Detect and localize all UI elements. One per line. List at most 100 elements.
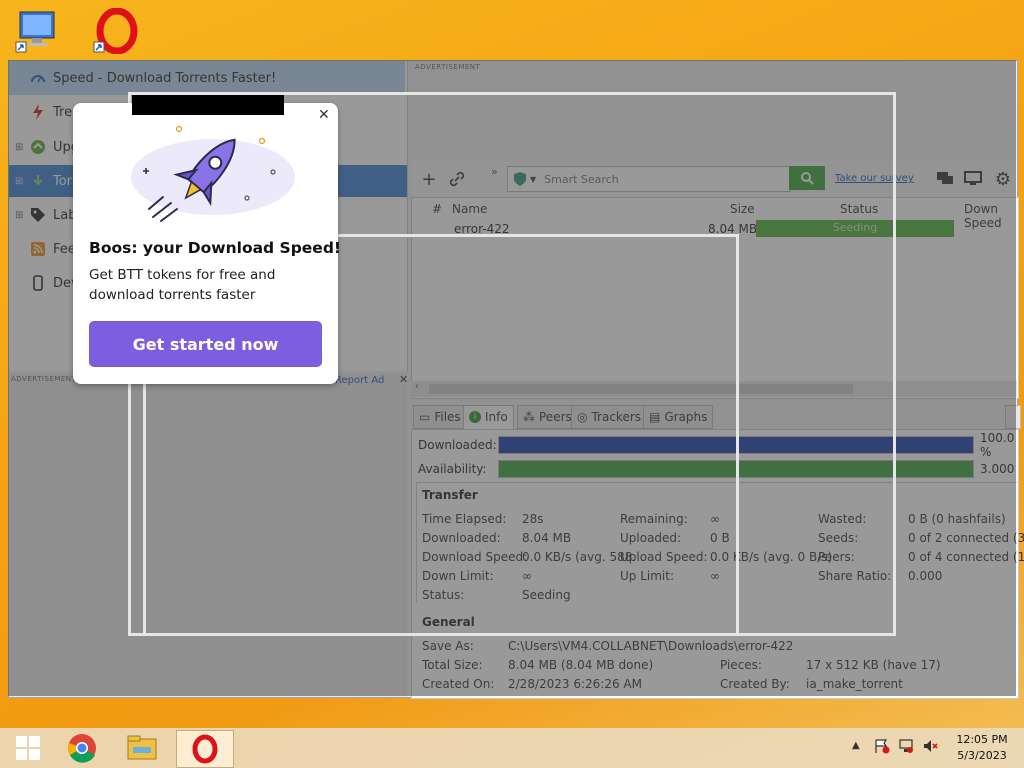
chat-icon[interactable] (931, 165, 959, 193)
action-center-flag-icon[interactable] (874, 738, 890, 757)
tab-files[interactable]: ▭ Files (413, 405, 467, 429)
system-clock[interactable]: 12:05 PM 5/3/2023 (950, 732, 1014, 764)
availability-row: Availability: 3.000 (418, 460, 1018, 478)
pieces-value: 17 x 512 KB (have 17) (806, 658, 941, 672)
torrent-list: # Name Size Status Down Speed error-422 … (411, 197, 1019, 399)
remaining-label: Remaining: (620, 512, 688, 526)
show-hidden-icons[interactable]: ▲ (852, 740, 860, 751)
horizontal-scrollbar[interactable]: ‹ (411, 381, 1017, 397)
seeds-label: Seeds: (818, 531, 859, 545)
column-header-size[interactable]: Size (730, 202, 755, 216)
tab-label: Graphs (664, 410, 708, 424)
created-on-value: 2/28/2023 6:26:26 AM (508, 677, 642, 691)
upgrade-icon (29, 138, 47, 156)
opera-desktop-icon[interactable] (92, 7, 138, 55)
expand-icon[interactable]: ⊞ (15, 142, 25, 153)
total-size-label: Total Size: (422, 658, 483, 672)
settings-gear-icon[interactable]: ⚙ (989, 165, 1017, 193)
time-elapsed-label: Time Elapsed: (422, 512, 507, 526)
close-icon[interactable]: ✕ (318, 107, 330, 123)
add-link-icon[interactable] (443, 165, 471, 193)
tab-label: Peers (539, 410, 572, 424)
column-header-number[interactable]: # (432, 202, 442, 216)
shield-icon (514, 172, 526, 186)
top-ad-panel[interactable]: ADVERTISEMENT (411, 61, 1017, 161)
popup-title: Boos: your Download Speed! (89, 239, 341, 257)
rocket-illustration (131, 125, 295, 222)
up-limit-value: ∞ (710, 569, 720, 583)
label-tag-icon (29, 206, 47, 224)
volume-muted-icon[interactable] (922, 738, 938, 757)
tab-trackers[interactable]: ◎ Trackers (571, 405, 648, 429)
up-limit-label: Up Limit: (620, 569, 675, 583)
down-limit-label: Down Limit: (422, 569, 494, 583)
created-by-value: ia_make_torrent (806, 677, 903, 691)
availability-bar-fill (499, 461, 973, 477)
search-button[interactable] (789, 166, 825, 190)
availability-value: 3.000 (980, 462, 1015, 476)
availability-label: Availability: (418, 462, 487, 476)
save-as-value: C:\Users\VM4.COLLABNET\Downloads\error-4… (508, 639, 794, 653)
ad-label: ADVERTISEMENT (11, 375, 77, 383)
column-header-status[interactable]: Status (840, 202, 878, 216)
scrollbar-thumb[interactable] (429, 384, 853, 394)
expand-icon[interactable]: ⊞ (15, 210, 25, 221)
more-chevron-icon[interactable]: » (491, 165, 498, 178)
column-header-name[interactable]: Name (452, 202, 487, 216)
search-input[interactable] (542, 171, 767, 187)
downloaded-bar (498, 436, 974, 454)
uploaded-value: 0 B (710, 531, 730, 545)
general-title: General (422, 615, 475, 629)
peers-label: Peers: (818, 550, 855, 564)
down-limit-value: ∞ (522, 569, 532, 583)
start-button[interactable] (0, 730, 56, 766)
status-label: Status: (422, 588, 465, 602)
tab-info[interactable]: i Info (463, 405, 514, 429)
created-by-label: Created By: (720, 677, 790, 691)
promo-popup: ✕ Boos: your Download Speed! Get BTT tok… (73, 103, 341, 384)
scroll-left-icon[interactable]: ‹ (415, 381, 419, 392)
total-size-value: 8.04 MB (8.04 MB done) (508, 658, 654, 672)
share-ratio-value: 0.000 (908, 569, 943, 583)
dropdown-arrow-icon[interactable]: ▼ (530, 175, 536, 184)
chrome-taskbar-icon[interactable] (54, 730, 110, 766)
smart-search[interactable]: ▼ (507, 166, 791, 192)
left-ad-panel[interactable]: ADVERTISEMENT Report Ad ✕ (9, 373, 408, 697)
tab-graphs[interactable]: ▤ Graphs (643, 405, 714, 429)
downloaded-bar-fill (499, 437, 973, 453)
add-torrent-icon[interactable]: + (415, 165, 443, 193)
get-started-button[interactable]: Get started now (89, 321, 322, 367)
survey-link[interactable]: Take our survey (835, 173, 914, 184)
table-row[interactable]: error-422 8.04 MB Seeding (412, 220, 1018, 240)
torrent-icon (29, 172, 47, 190)
transfer-title: Transfer (422, 488, 478, 502)
downloaded-amount-label: Downloaded: (422, 531, 501, 545)
peers-value: 0 of 4 connected (1 (908, 550, 1024, 564)
close-ad-icon[interactable]: ✕ (399, 373, 408, 386)
clock-date: 5/3/2023 (957, 749, 1007, 762)
downloaded-label: Downloaded: (418, 438, 497, 452)
search-icon (801, 172, 814, 185)
download-speed-label: Download Speed: (422, 550, 528, 564)
speedometer-icon (29, 69, 47, 87)
ad-label: ADVERTISEMENT (415, 63, 481, 71)
toolbar: + » ▼ Take our survey ⚙ (411, 161, 1017, 197)
tab-label: Trackers (591, 410, 642, 424)
report-ad-link[interactable]: Report Ad (335, 375, 384, 386)
tab-overflow[interactable] (1005, 405, 1021, 429)
file-explorer-taskbar-icon[interactable] (114, 730, 170, 766)
tab-peers[interactable]: ⁂ Peers (517, 405, 578, 429)
computer-desktop-icon[interactable] (14, 8, 60, 54)
network-icon[interactable] (898, 738, 914, 757)
share-ratio-label: Share Ratio: (818, 569, 892, 583)
tab-label: Files (434, 410, 461, 424)
torrent-size: 8.04 MB (708, 222, 758, 236)
opera-taskbar-icon[interactable] (176, 730, 234, 768)
expand-icon[interactable]: ⊞ (15, 176, 25, 187)
status-progress-bar: Seeding (756, 220, 954, 237)
remote-monitor-icon[interactable] (959, 165, 987, 193)
rss-feed-icon (29, 240, 47, 258)
upload-speed-value: 0.0 KB/s (avg. 0 B/s) (710, 550, 833, 564)
sidebar-item-speed[interactable]: Speed - Download Torrents Faster! (9, 61, 405, 95)
status-value: Seeding (522, 588, 571, 602)
